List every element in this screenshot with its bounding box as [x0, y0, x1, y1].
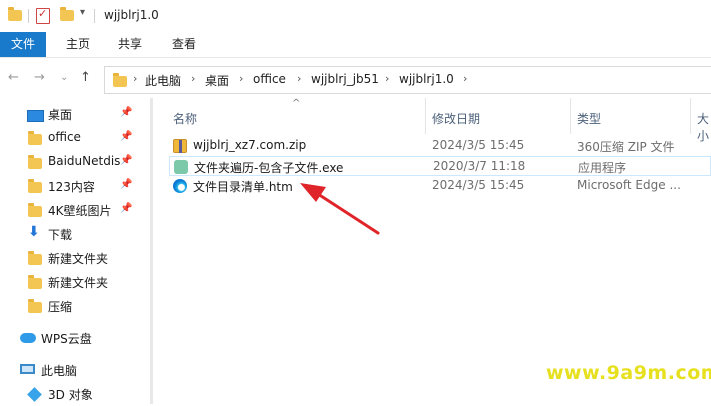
pin-icon[interactable]: 📌 [120, 131, 132, 142]
chevron-right-icon[interactable]: › [239, 72, 243, 85]
sidebar-item-label: 3D 对象 [48, 388, 93, 402]
column-header-date[interactable]: 修改日期 [432, 110, 480, 127]
cube-icon [27, 387, 42, 402]
forward-arrow-icon[interactable]: → [34, 70, 45, 85]
cloud-icon [20, 333, 36, 343]
sidebar-item-label: 此电脑 [41, 364, 78, 378]
folder-icon [28, 275, 42, 289]
file-name: wjjblrj_xz7.com.zip [193, 138, 307, 152]
folder-icon [113, 73, 127, 87]
file-name: 文件夹遍历-包含子文件.exe [194, 161, 344, 175]
file-type: 应用程序 [578, 161, 627, 175]
window-title: wjjblrj1.0 [104, 8, 159, 22]
zip-archive-icon [173, 139, 187, 153]
column-header-name[interactable]: 名称 [173, 110, 197, 127]
folder-icon[interactable] [8, 7, 22, 21]
breadcrumb-item[interactable]: wjjblrj_jb51 [311, 72, 379, 86]
customize-toolbar-icon[interactable]: ▾ [80, 7, 85, 18]
file-name: 文件目录清单.htm [193, 180, 293, 194]
sidebar-item-baidunetdisk[interactable]: BaiduNetdis 📌 [0, 150, 140, 174]
ribbon-tabs: 文件 主页 共享 查看 [0, 32, 711, 58]
sort-ascending-icon: ^ [292, 98, 301, 109]
back-arrow-icon[interactable]: ← [8, 70, 19, 85]
sidebar-item-label: 压缩 [48, 300, 73, 314]
pin-icon[interactable]: 📌 [120, 107, 132, 118]
sidebar-item-label: 下载 [48, 228, 73, 242]
sidebar-item-compress[interactable]: 压缩 [0, 294, 140, 318]
watermark-text: www.9a9m.com [546, 362, 711, 384]
column-divider[interactable] [425, 98, 426, 134]
file-row[interactable]: wjjblrj_xz7.com.zip 2024/3/5 15:45 360压缩… [169, 136, 711, 156]
edge-browser-icon [173, 179, 187, 193]
sidebar-item-new-folder[interactable]: 新建文件夹 [0, 270, 140, 294]
title-bar: ▾ wjjblrj1.0 [0, 0, 711, 32]
chevron-right-icon[interactable]: › [191, 72, 195, 85]
up-arrow-icon[interactable]: ↑ [80, 70, 91, 85]
sidebar-item-label: 123内容 [48, 180, 95, 194]
address-bar[interactable]: › 此电脑 › 桌面 › office › wjjblrj_jb51 › wjj… [104, 66, 711, 94]
sidebar-item-this-pc[interactable]: 此电脑 [0, 358, 140, 382]
column-divider[interactable] [570, 98, 571, 134]
sidebar-item-new-folder[interactable]: 新建文件夹 [0, 246, 140, 270]
file-type: 360压缩 ZIP 文件 [577, 140, 675, 154]
tab-share[interactable]: 共享 [110, 32, 150, 57]
breadcrumb-item[interactable]: wjjblrj1.0 [399, 72, 454, 86]
sidebar-item-label: WPS云盘 [41, 332, 92, 346]
new-folder-icon[interactable] [60, 7, 74, 21]
sidebar-item-wps-cloud[interactable]: WPS云盘 [0, 326, 140, 350]
file-type: Microsoft Edge ... [577, 178, 681, 192]
file-list: ^ 名称 修改日期 类型 大小 wjjblrj_xz7.com.zip 2024… [153, 98, 711, 404]
column-header-type[interactable]: 类型 [577, 110, 601, 127]
breadcrumb-item[interactable]: 桌面 [205, 72, 229, 89]
column-divider[interactable] [690, 98, 691, 134]
tab-home[interactable]: 主页 [58, 32, 98, 57]
folder-icon [28, 155, 42, 169]
application-icon [174, 160, 188, 174]
computer-icon [20, 364, 35, 374]
sidebar-item-office[interactable]: office 📌 [0, 126, 140, 150]
file-row[interactable]: 文件夹遍历-包含子文件.exe 2020/3/7 11:18 应用程序 [169, 156, 711, 176]
properties-icon[interactable] [36, 7, 50, 24]
folder-icon [28, 203, 42, 217]
breadcrumb-item[interactable]: office [253, 72, 286, 86]
file-row[interactable]: 文件目录清单.htm 2024/3/5 15:45 Microsoft Edge… [169, 176, 711, 196]
sidebar-item-label: 新建文件夹 [48, 276, 109, 290]
recent-locations-icon[interactable]: ⌄ [60, 72, 68, 83]
download-icon: ⬇ [28, 224, 40, 240]
file-date: 2024/3/5 15:45 [432, 138, 525, 152]
divider [28, 9, 29, 23]
file-date: 2024/3/5 15:45 [432, 178, 525, 192]
sidebar-item-label: 桌面 [48, 108, 73, 122]
navigation-pane: 桌面 📌 office 📌 BaiduNetdis 📌 123内容 📌 4K壁纸… [0, 98, 150, 404]
chevron-right-icon[interactable]: › [385, 72, 389, 85]
pin-icon[interactable]: 📌 [120, 155, 132, 166]
navigation-bar: ← → ⌄ ↑ › 此电脑 › 桌面 › office › wjjblrj_jb… [0, 58, 711, 98]
divider [94, 9, 95, 23]
sidebar-item-desktop[interactable]: 桌面 📌 [0, 102, 140, 126]
breadcrumb-item[interactable]: 此电脑 [145, 72, 181, 89]
sidebar-item-label: office [48, 130, 81, 144]
sidebar-item-label: BaiduNetdis [48, 154, 121, 168]
chevron-right-icon[interactable]: › [463, 72, 467, 85]
sidebar-item-4k-wallpapers[interactable]: 4K壁纸图片 📌 [0, 198, 140, 222]
folder-icon [28, 131, 42, 145]
sidebar-item-label: 4K壁纸图片 [48, 204, 112, 218]
sidebar-item-label: 新建文件夹 [48, 252, 109, 266]
folder-icon [28, 299, 42, 313]
sidebar-item-downloads[interactable]: ⬇ 下载 [0, 222, 140, 246]
tab-file[interactable]: 文件 [0, 32, 46, 57]
pin-icon[interactable]: 📌 [120, 203, 132, 214]
folder-icon [28, 179, 42, 193]
sidebar-item-3d-objects[interactable]: 3D 对象 [0, 382, 140, 406]
file-date: 2020/3/7 11:18 [433, 159, 526, 173]
chevron-right-icon[interactable]: › [297, 72, 301, 85]
desktop-icon [27, 110, 44, 122]
chevron-right-icon[interactable]: › [133, 72, 137, 85]
sidebar-item-123content[interactable]: 123内容 📌 [0, 174, 140, 198]
pin-icon[interactable]: 📌 [120, 179, 132, 190]
tab-view[interactable]: 查看 [164, 32, 204, 57]
folder-icon [28, 251, 42, 265]
